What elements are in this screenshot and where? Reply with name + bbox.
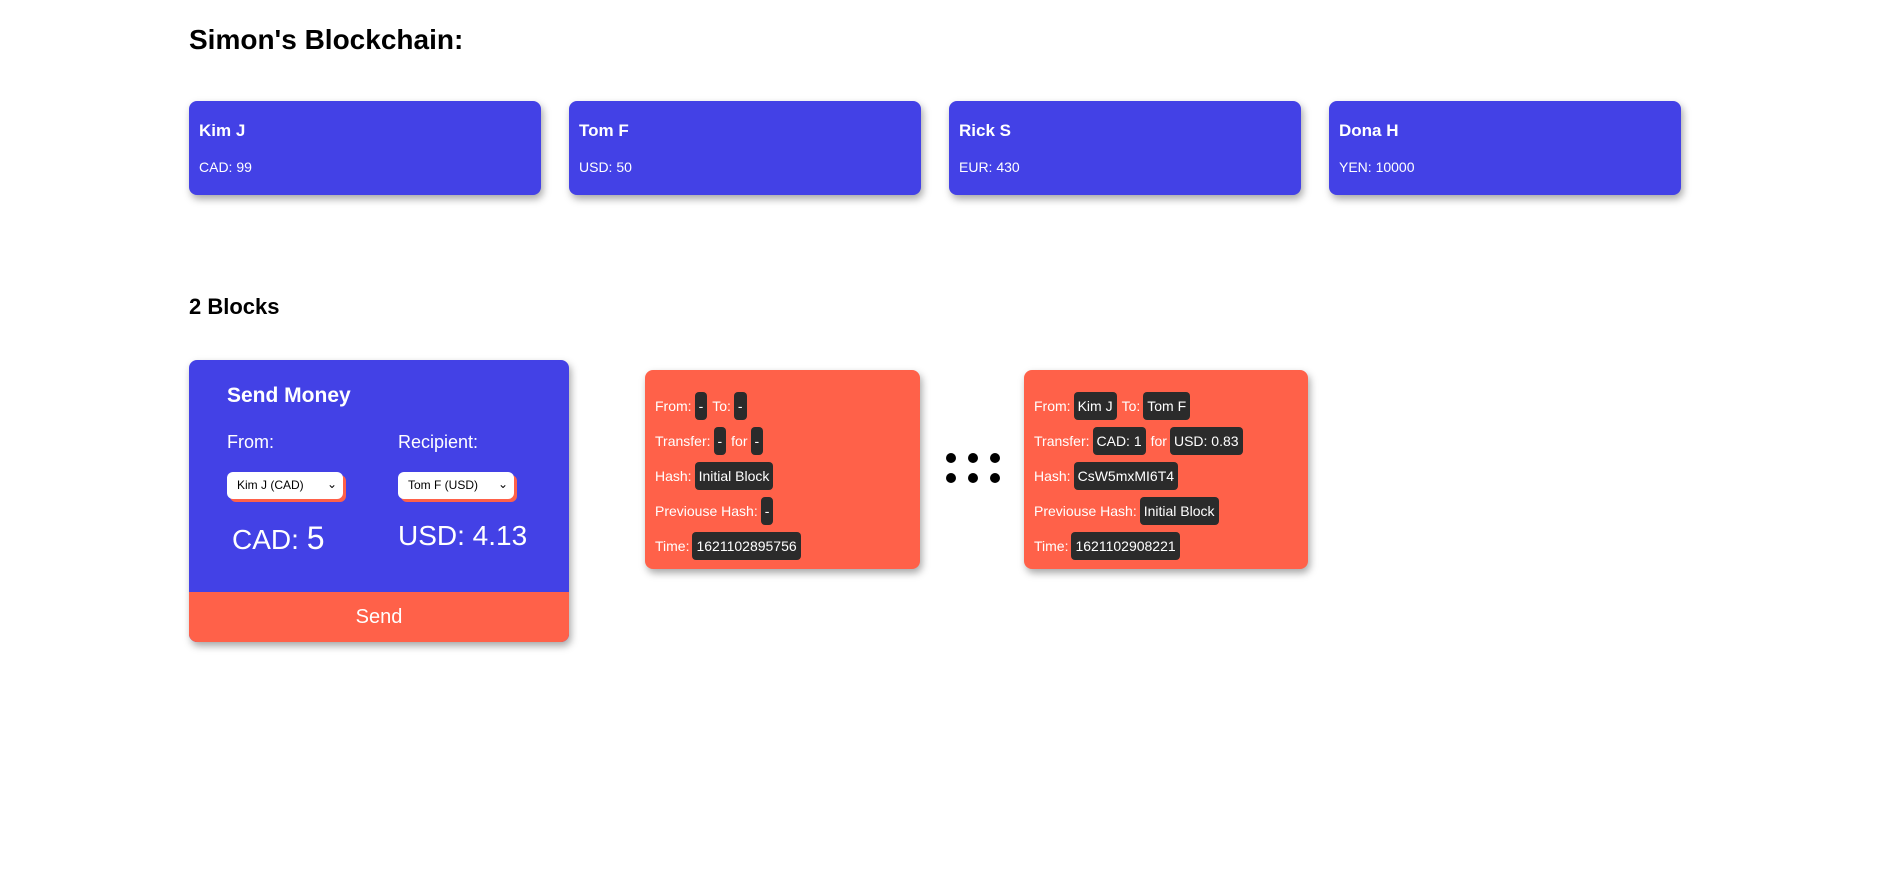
from-label: From: <box>1034 397 1071 414</box>
user-balance: USD: 50 <box>579 159 632 175</box>
from-amount-input[interactable]: 5 <box>307 520 325 556</box>
prev-hash-label: Previouse Hash: <box>1034 502 1137 519</box>
chain-link-icon <box>946 453 1006 489</box>
blocks-heading: 2 Blocks <box>189 294 280 319</box>
from-value: Kim J <box>1073 391 1117 420</box>
from-value: - <box>694 391 708 420</box>
transfer-value: - <box>713 426 727 455</box>
recipient-select-value: Tom F (USD) <box>408 478 478 492</box>
to-value: - <box>733 391 747 420</box>
user-balance: EUR: 430 <box>959 159 1020 175</box>
hash-value: CsW5mxMI6T4 <box>1073 461 1179 490</box>
transfer-label: Transfer: <box>655 432 711 449</box>
recipient-label: Recipient: <box>398 432 479 452</box>
user-balance: YEN: 10000 <box>1339 159 1415 175</box>
recipient-select[interactable]: Tom F (USD) ⌄ <box>398 472 514 499</box>
hash-value: Initial Block <box>694 461 774 490</box>
from-currency: CAD: <box>232 524 299 555</box>
user-card-kim: Kim J CAD: 99 <box>189 101 541 195</box>
send-money-title: Send Money <box>227 384 351 407</box>
user-card-dona: Dona H YEN: 10000 <box>1329 101 1681 195</box>
from-label: From: <box>655 397 692 414</box>
prev-hash-value: - <box>760 496 774 525</box>
to-value: Tom F <box>1143 391 1191 420</box>
hash-label: Hash: <box>1034 467 1071 484</box>
chevron-down-icon: ⌄ <box>497 477 508 491</box>
from-select-value: Kim J (CAD) <box>237 478 304 492</box>
for-value: - <box>750 426 764 455</box>
to-label: To: <box>712 397 731 414</box>
prev-hash-label: Previouse Hash: <box>655 502 758 519</box>
from-select[interactable]: Kim J (CAD) ⌄ <box>227 472 343 499</box>
to-label: To: <box>1121 397 1141 414</box>
user-balance: CAD: 99 <box>199 159 252 175</box>
user-card-tom: Tom F USD: 50 <box>569 101 921 195</box>
from-amount-display: CAD: 5 <box>232 520 324 557</box>
for-label: for <box>1150 432 1167 449</box>
prev-hash-value: Initial Block <box>1139 496 1219 525</box>
time-value: 1621102908221 <box>1071 531 1180 560</box>
for-label: for <box>731 432 748 449</box>
transfer-label: Transfer: <box>1034 432 1090 449</box>
chevron-down-icon: ⌄ <box>326 477 337 491</box>
for-value: USD: 0.83 <box>1169 426 1243 455</box>
time-label: Time: <box>655 537 690 554</box>
block-card: From: - To: - Transfer: - for - Hash: In… <box>645 370 920 569</box>
send-money-card: Send Money From: Recipient: Kim J (CAD) … <box>189 360 569 642</box>
user-name: Dona H <box>1339 121 1399 140</box>
block-card: From: Kim J To: Tom F Transfer: CAD: 1 f… <box>1024 370 1308 569</box>
hash-label: Hash: <box>655 467 692 484</box>
to-amount-display: USD: 4.13 <box>398 520 528 551</box>
send-button[interactable]: Send <box>189 592 569 642</box>
transfer-value: CAD: 1 <box>1092 426 1146 455</box>
user-name: Rick S <box>959 121 1011 140</box>
user-name: Tom F <box>579 121 629 140</box>
page-title: Simon's Blockchain: <box>189 24 464 55</box>
user-name: Kim J <box>199 121 246 140</box>
from-label: From: <box>227 432 274 452</box>
time-label: Time: <box>1034 537 1069 554</box>
user-card-rick: Rick S EUR: 430 <box>949 101 1301 195</box>
time-value: 1621102895756 <box>692 531 801 560</box>
